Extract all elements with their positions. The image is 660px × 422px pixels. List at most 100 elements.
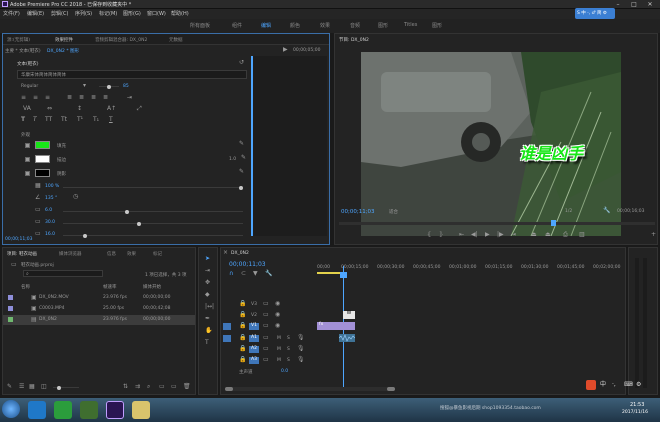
baseline-icon[interactable]: A↑ <box>107 106 116 112</box>
play-only-icon[interactable]: ▶ <box>283 47 288 53</box>
program-playhead[interactable] <box>551 220 556 226</box>
align-right-icon[interactable]: ≡ <box>45 95 50 101</box>
col-fps[interactable]: 帧速率 <box>103 284 117 290</box>
track-header-a3[interactable]: 🔒 A3 ▭ M S 🎙 <box>221 356 316 365</box>
ime-icon[interactable]: 中 <box>600 382 606 388</box>
menu-markers[interactable]: 标记(M) <box>99 10 117 17</box>
clip-v1-video[interactable]: fx <box>317 322 355 330</box>
track-header-v2[interactable]: 🔒 V2 ▭ ◉ <box>221 311 316 320</box>
mute-button[interactable]: M <box>277 358 281 363</box>
playhead-handle[interactable] <box>340 272 347 278</box>
zoom-slider[interactable] <box>53 385 79 390</box>
program-timecode[interactable]: 00;00;11;03 <box>341 209 375 215</box>
ws-audio[interactable]: 音频 <box>350 22 360 29</box>
ripple-edit-tool-icon[interactable]: ✥ <box>205 280 210 286</box>
source-patch[interactable] <box>223 335 231 342</box>
shadow-distance[interactable]: 6.0 <box>45 208 52 213</box>
menu-graphics[interactable]: 图形(G) <box>123 10 141 17</box>
eye-icon[interactable]: ◉ <box>275 312 280 318</box>
go-to-in-icon[interactable]: ⇤ <box>459 232 464 238</box>
menu-help[interactable]: 帮助(H) <box>171 10 189 17</box>
track-header-a1[interactable]: 🔒 A1 ▭ M S 🎙 <box>221 334 316 343</box>
tab-sequence[interactable]: DX_0N2 <box>231 251 249 256</box>
fill-swatch[interactable] <box>35 141 50 149</box>
freeform-view-icon[interactable]: ◫ <box>41 384 47 390</box>
menu-window[interactable]: 窗口(W) <box>147 10 166 17</box>
menu-file[interactable]: 文件(F) <box>3 10 20 17</box>
program-scrubber[interactable] <box>339 220 655 226</box>
justify-center-icon[interactable]: ≣ <box>79 95 84 101</box>
project-item-row[interactable]: ▣ DX_0N2.MOV 23.976 fps 00;00;00;00 <box>3 293 195 303</box>
list-view-icon[interactable]: ☰ <box>19 384 24 390</box>
kerning-icon[interactable]: VA <box>23 106 31 112</box>
time-ruler[interactable]: 00;00 00;00;15;00 00;00;30;00 00;00;45;0… <box>317 262 620 276</box>
find-icon[interactable]: ⌕ <box>147 384 150 390</box>
new-bin-icon[interactable]: ▭ <box>159 384 165 390</box>
project-item-row[interactable]: ▤ DX_0N2 23.976 fps 00;00;00;00 <box>3 315 195 325</box>
punctuation-icon[interactable]: ·, <box>612 382 616 388</box>
slip-tool-icon[interactable]: |↔| <box>205 304 214 310</box>
ws-effects[interactable]: 效果 <box>320 22 330 29</box>
start-button[interactable] <box>2 400 20 418</box>
underline-icon[interactable]: T <box>109 117 113 123</box>
new-item-icon[interactable]: ▭ <box>171 384 177 390</box>
ws-color[interactable]: 颜色 <box>290 22 300 29</box>
tray-app-icon[interactable] <box>586 380 596 390</box>
write-protect-icon[interactable]: ✎ <box>7 384 12 390</box>
tab-audio-mixer[interactable]: 音频剪辑混合器: DX_0N2 <box>95 37 147 43</box>
track-header-v1[interactable]: 🔒 V1 ▭ ◉ <box>221 322 316 331</box>
type-tool-icon[interactable]: T <box>205 340 209 346</box>
ws-graphics[interactable]: 图形 <box>378 22 388 29</box>
clock-date[interactable]: 2017/11/16 <box>622 410 648 415</box>
extract-icon[interactable]: ⏏ <box>545 232 551 238</box>
sync-lock-icon[interactable]: ▭ <box>263 312 269 318</box>
pen-tool-icon[interactable]: ✒ <box>205 316 210 322</box>
tracking-icon[interactable]: ⇔ <box>47 106 52 112</box>
selection-tool-icon[interactable]: ➤ <box>205 256 210 262</box>
eye-icon[interactable]: ◉ <box>275 323 280 329</box>
clip-v2-graphic[interactable]: W <box>343 311 355 319</box>
sync-lock-icon[interactable]: ▭ <box>263 357 269 363</box>
lock-icon[interactable]: 🔒 <box>239 346 246 352</box>
stroke-checkbox[interactable] <box>25 157 30 162</box>
microphone-icon[interactable]: 🎙 <box>297 346 305 352</box>
solo-button[interactable]: S <box>287 358 290 363</box>
track-header-v3[interactable]: 🔒 V3 ▭ ◉ <box>221 300 316 309</box>
snap-icon[interactable]: ∩ <box>229 271 233 277</box>
lock-icon[interactable]: 🔒 <box>239 335 246 341</box>
shadow-checkbox[interactable] <box>25 171 30 176</box>
shadow-eyedropper-icon[interactable]: ✎ <box>239 169 244 175</box>
game-taskbar-icon[interactable] <box>80 401 98 419</box>
razor-tool-icon[interactable]: ◆ <box>205 292 210 298</box>
mark-out-icon[interactable]: ⦄ <box>439 232 443 238</box>
step-forward-icon[interactable]: |▶ <box>497 232 504 238</box>
ws-titles[interactable]: Titles <box>404 22 417 28</box>
col-start[interactable]: 媒体开始 <box>143 284 161 290</box>
add-marker-icon[interactable]: ▼ <box>253 271 258 277</box>
ws-all-panels[interactable]: 所有面板 <box>190 22 210 29</box>
overlay-title-text[interactable]: 谁是凶手 <box>519 140 583 164</box>
automate-icon[interactable]: ⇉ <box>135 384 140 390</box>
close-tab-icon[interactable]: × <box>223 250 228 256</box>
resolution-dropdown[interactable]: 1/2 <box>565 209 572 214</box>
track-select-tool-icon[interactable]: ⇥ <box>205 268 210 274</box>
clear-icon[interactable]: 🗑 <box>183 384 191 390</box>
lock-icon[interactable]: 🔒 <box>239 312 246 318</box>
align-center-icon[interactable]: ≡ <box>33 95 38 101</box>
comparison-icon[interactable]: ▥ <box>579 232 585 238</box>
close-icon[interactable]: ✕ <box>642 0 658 9</box>
blur-slider[interactable] <box>63 233 243 238</box>
sync-lock-icon[interactable]: ▭ <box>263 323 269 329</box>
stroke-width[interactable]: 1.0 <box>229 157 236 162</box>
leading-icon[interactable]: ↕ <box>77 106 82 112</box>
ime-badge[interactable]: S 中 ·, ♂ 简 ⚙ <box>575 8 615 19</box>
sync-lock-icon[interactable]: ▭ <box>263 301 269 307</box>
program-video-frame[interactable]: 谁是凶手 <box>361 52 621 236</box>
play-icon[interactable]: ▶ <box>485 232 490 238</box>
fit-dropdown[interactable]: 适合 <box>389 209 398 215</box>
ec-mini-timeline[interactable] <box>251 56 327 236</box>
linked-selection-icon[interactable]: ⊂ <box>241 271 246 277</box>
reset-icon[interactable]: ↺ <box>239 60 244 66</box>
menu-edit[interactable]: 编辑(E) <box>27 10 44 17</box>
microphone-icon[interactable]: 🎙 <box>297 335 305 341</box>
